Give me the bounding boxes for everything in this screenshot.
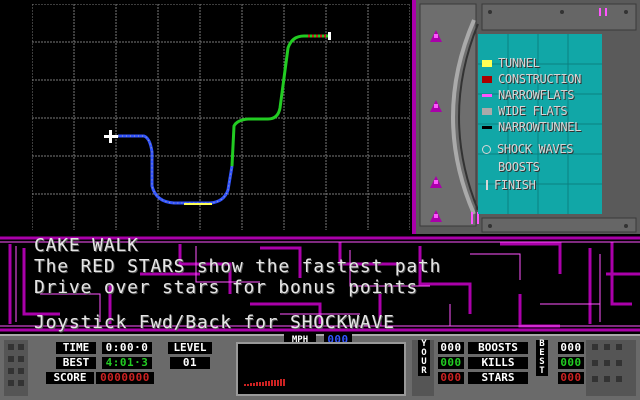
- legend-wide-flats-swatch: [482, 107, 492, 115]
- speed-bar: [268, 381, 270, 386]
- best-side-label-text: BEST: [539, 339, 545, 376]
- speed-bar: [250, 383, 252, 386]
- speed-bar: [259, 382, 261, 386]
- best-boosts-value: 000: [558, 342, 584, 354]
- course-path-blue: [118, 134, 234, 205]
- best-kills-value: 000: [558, 357, 584, 369]
- your-kills-value: 000: [438, 357, 464, 369]
- legend-boosts: BOOSTS: [482, 160, 540, 174]
- legend-label: NARROWTUNNEL: [498, 120, 582, 134]
- legend-narrow-tunnel-swatch: [482, 125, 492, 129]
- legend-tunnel: TUNNEL: [482, 56, 540, 70]
- time-label: TIME: [56, 342, 96, 354]
- track-name: CAKE WALK: [34, 235, 139, 256]
- your-label: YOUR: [418, 340, 430, 376]
- speed-bar: [256, 382, 258, 386]
- legend-label: CONSTRUCTION: [498, 72, 582, 86]
- stars-label: STARS: [468, 372, 528, 384]
- speed-bar: [277, 380, 279, 386]
- message-line-2: Drive over stars for bonus points: [34, 277, 419, 298]
- score-value: 0000000: [96, 372, 154, 384]
- finish-icon: [486, 180, 488, 190]
- speed-bar: [253, 383, 255, 386]
- legend-boosts-spacer: [482, 164, 492, 171]
- speed-bar: [274, 380, 276, 386]
- legend-shock-waves: SHOCK WAVES: [482, 142, 573, 156]
- level-value: 01: [170, 357, 210, 369]
- speed-bar: [283, 379, 285, 386]
- map-grid: [32, 4, 410, 230]
- boosts-label: BOOSTS: [468, 342, 528, 354]
- level-label: LEVEL: [168, 342, 212, 354]
- best-stars-value: 000: [558, 372, 584, 384]
- kills-label: KILLS: [468, 357, 528, 369]
- best-value: 4:01·3: [102, 357, 152, 369]
- legend-finish: FINISH: [482, 178, 536, 192]
- legend-narrow-flats-swatch: [482, 93, 492, 97]
- legend-narrow-flats: NARROWFLATS: [482, 88, 574, 102]
- your-stars-value: 000: [438, 372, 464, 384]
- speed-bar: [280, 379, 282, 386]
- speed-bar: [262, 382, 264, 386]
- course-path-green: [230, 34, 328, 167]
- legend-label: SHOCK WAVES: [497, 142, 574, 156]
- your-label-text: YOUR: [421, 339, 427, 376]
- speed-bar: [265, 381, 267, 386]
- time-value: 0:00·0: [102, 342, 152, 354]
- course-map: [32, 4, 410, 230]
- game-screen: TUNNEL CONSTRUCTION NARROWFLATS WIDE FLATS N…: [0, 0, 640, 400]
- message-band: CAKE WALK The RED STARS show the fastest…: [0, 234, 640, 334]
- legend-construction-swatch: [482, 75, 492, 83]
- legend-label: WIDE FLATS: [498, 104, 568, 118]
- speed-bar: [247, 384, 249, 386]
- finish-flag-icon: [328, 32, 331, 40]
- best-label: BEST: [56, 357, 96, 369]
- legend-wide-flats: WIDE FLATS: [482, 104, 568, 118]
- legend-label: TUNNEL: [498, 56, 540, 70]
- course-path-blue-dots: [118, 135, 233, 204]
- legend-label: NARROWFLATS: [498, 88, 575, 102]
- legend-label: FINISH: [494, 178, 536, 192]
- score-label: SCORE: [46, 372, 94, 384]
- message-line-1: The RED STARS show the fastest path: [34, 256, 442, 277]
- speed-bar: [244, 384, 246, 386]
- message-line-3: Joystick Fwd/Back for SHOCKWAVE: [34, 312, 395, 333]
- legend-tunnel-swatch: [482, 59, 492, 67]
- shock-wave-icon: [482, 144, 491, 154]
- legend-narrow-tunnel: NARROWTUNNEL: [482, 120, 581, 134]
- legend-construction: CONSTRUCTION: [482, 72, 581, 86]
- legend-label: BOOSTS: [498, 160, 540, 174]
- speed-bar-graph: [244, 379, 285, 386]
- speed-bar: [271, 380, 273, 386]
- your-boosts-value: 000: [438, 342, 464, 354]
- speedometer-display: [236, 342, 406, 396]
- best-side-label: BEST: [536, 340, 548, 376]
